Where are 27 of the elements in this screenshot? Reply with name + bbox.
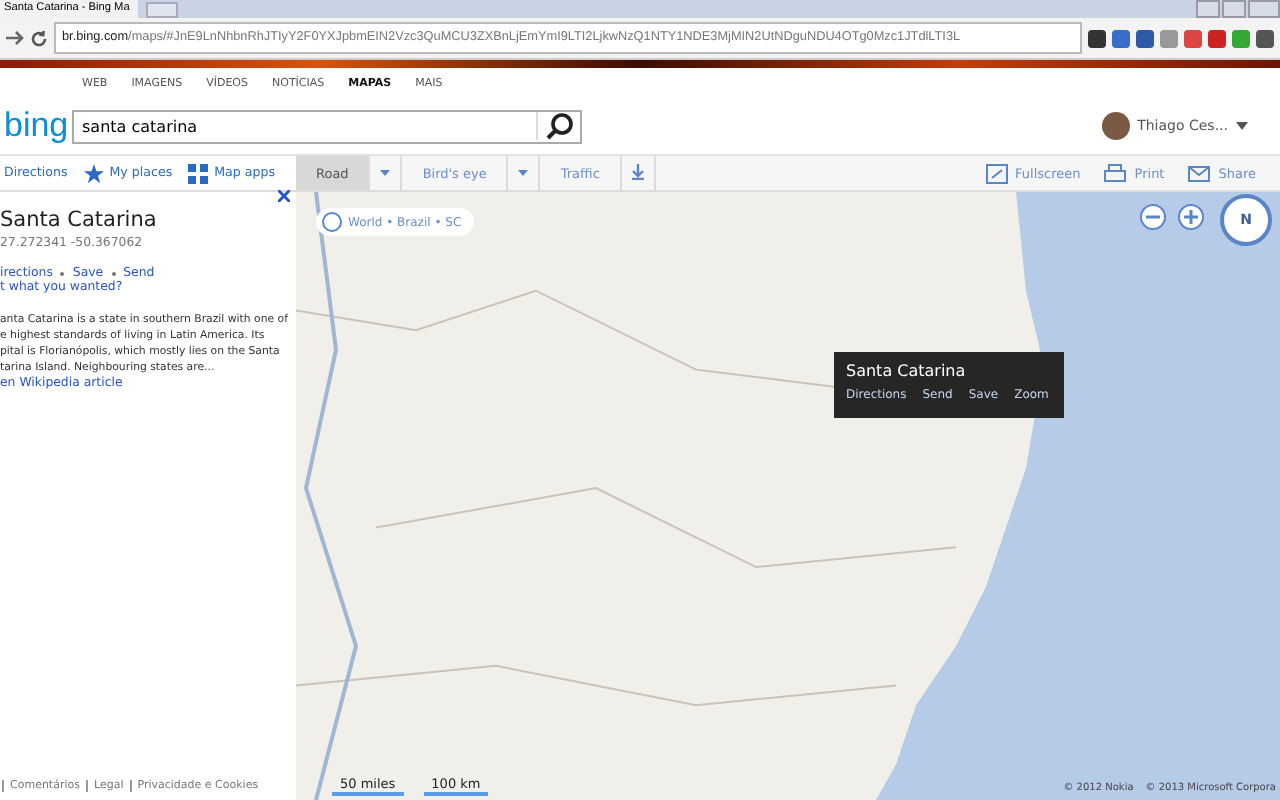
caret-icon (518, 170, 529, 176)
result-title: Santa Catarina (0, 208, 159, 232)
forward-icon[interactable] (6, 30, 24, 46)
download-icon (631, 163, 644, 179)
reload-icon[interactable] (30, 29, 48, 47)
minimize-button[interactable] (1196, 0, 1220, 18)
search-icon[interactable] (536, 112, 574, 140)
envelope-icon (1188, 163, 1211, 183)
separator-dot (111, 271, 116, 275)
globe-icon (322, 212, 342, 232)
star-icon (83, 163, 104, 183)
restore-button[interactable] (1222, 0, 1246, 18)
printer-icon (1104, 163, 1127, 183)
fullscreen-icon (985, 163, 1008, 183)
close-icon[interactable] (278, 190, 290, 202)
menu-icon[interactable] (1256, 29, 1274, 47)
avatar[interactable] (1101, 112, 1130, 140)
close-button[interactable] (1248, 0, 1280, 18)
caret-icon (380, 170, 391, 176)
search-field[interactable]: santa catarina (72, 109, 582, 143)
minus-icon (1146, 210, 1160, 224)
caret-icon[interactable] (1236, 122, 1248, 130)
logo: bing (4, 106, 71, 146)
plus-icon (1184, 210, 1198, 224)
separator-dot (60, 271, 65, 275)
popup-title: Santa Catarina (846, 362, 968, 380)
grid-icon (188, 163, 209, 183)
